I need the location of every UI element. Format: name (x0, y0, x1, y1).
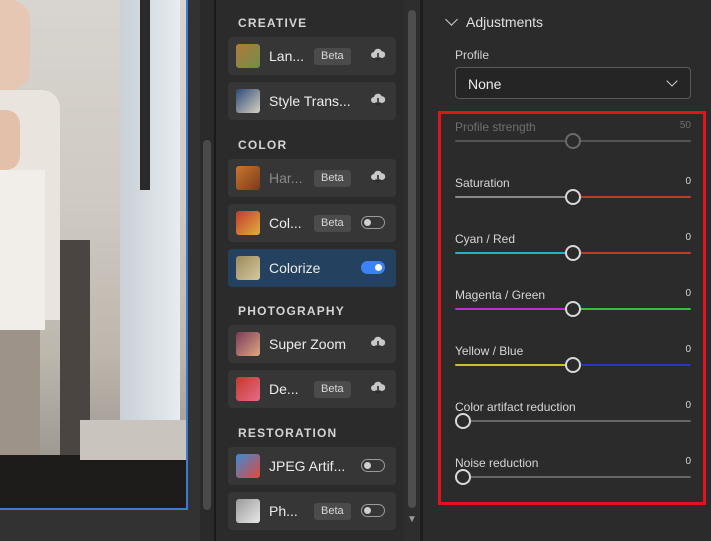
filter-name: Style Trans... (269, 93, 351, 109)
filter-item[interactable]: De... Beta (228, 370, 396, 408)
beta-badge: Beta (314, 381, 351, 398)
toggle-knob (364, 461, 371, 469)
filters-scroll-thumb[interactable] (408, 10, 416, 508)
slider-label: Profile strength (455, 120, 536, 134)
slider-track[interactable] (455, 420, 691, 422)
toggle-knob (375, 263, 382, 271)
beta-badge: Beta (314, 170, 351, 187)
cloud-download-icon[interactable] (370, 47, 386, 63)
beta-badge: Beta (314, 215, 351, 232)
slider-handle[interactable] (455, 413, 471, 429)
slider-yellow-blue[interactable]: Yellow / Blue 0 (455, 344, 691, 384)
section-title-restoration: RESTORATION (238, 426, 338, 440)
slider-profile-strength[interactable]: Profile strength 50 (455, 120, 691, 160)
slider-handle[interactable] (565, 189, 581, 205)
filter-toggle[interactable] (361, 459, 385, 472)
filter-name: Lan... (269, 48, 305, 64)
toggle-knob (364, 218, 371, 226)
filter-thumbnail (236, 166, 260, 190)
slider-label: Color artifact reduction (455, 400, 576, 414)
filter-name: Col... (269, 215, 302, 231)
filter-toggle[interactable] (361, 216, 385, 229)
toggle-knob (364, 506, 371, 514)
slider-label: Cyan / Red (455, 232, 516, 246)
filter-item[interactable]: Lan... Beta (228, 37, 396, 75)
slider-value: 50 (679, 120, 691, 131)
adjustments-section-toggle[interactable]: Adjustments (445, 13, 544, 30)
cloud-download-icon[interactable] (370, 92, 386, 108)
slider-handle[interactable] (565, 301, 581, 317)
slider-noise-reduction[interactable]: Noise reduction 0 (455, 456, 691, 496)
cloud-download-icon[interactable] (370, 335, 386, 351)
filter-name: JPEG Artif... (269, 458, 346, 474)
scroll-down-icon[interactable]: ▼ (407, 514, 417, 525)
filter-thumbnail (236, 211, 260, 235)
filter-name: De... (269, 381, 299, 397)
slider-label: Saturation (455, 176, 510, 190)
slider-handle[interactable] (565, 133, 581, 149)
filter-toggle[interactable] (361, 504, 385, 517)
slider-value: 0 (685, 176, 691, 187)
adjustments-title: Adjustments (466, 14, 544, 30)
filter-item[interactable]: JPEG Artif... (228, 447, 396, 485)
filter-item[interactable]: Col... Beta (228, 204, 396, 242)
filter-thumbnail (236, 332, 260, 356)
canvas-scrollbar[interactable] (200, 0, 214, 541)
slider-value: 0 (685, 400, 691, 411)
section-title-creative: CREATIVE (238, 16, 308, 30)
filter-thumbnail (236, 499, 260, 523)
section-title-photography: PHOTOGRAPHY (238, 304, 345, 318)
profile-dropdown-value: None (468, 76, 502, 92)
slider-label: Yellow / Blue (455, 344, 524, 358)
profile-label: Profile (455, 48, 490, 62)
cloud-download-icon[interactable] (370, 169, 386, 185)
slider-value: 0 (685, 456, 691, 467)
slider-cyan-red[interactable]: Cyan / Red 0 (455, 232, 691, 272)
canvas-area[interactable] (0, 0, 200, 541)
adjustments-panel: Adjustments Profile None Profile strengt… (422, 0, 711, 541)
chevron-down-icon (666, 75, 678, 87)
filter-item[interactable]: Colorize (228, 249, 396, 287)
filter-thumbnail (236, 256, 260, 280)
filter-toggle[interactable] (361, 261, 385, 274)
filter-name: Ph... (269, 503, 298, 519)
filter-thumbnail (236, 89, 260, 113)
filter-thumbnail (236, 44, 260, 68)
slider-value: 0 (685, 344, 691, 355)
slider-value: 0 (685, 232, 691, 243)
slider-color-artifact-reduction[interactable]: Color artifact reduction 0 (455, 400, 691, 440)
photo-preview[interactable] (0, 0, 188, 510)
slider-magenta-green[interactable]: Magenta / Green 0 (455, 288, 691, 328)
slider-handle[interactable] (455, 469, 471, 485)
neural-filters-list: CREATIVE Lan... Beta Style Trans... COLOR Har… (214, 0, 406, 541)
filter-item[interactable]: Super Zoom (228, 325, 396, 363)
slider-label: Noise reduction (455, 456, 539, 470)
filter-thumbnail (236, 454, 260, 478)
slider-label: Magenta / Green (455, 288, 546, 302)
filter-item[interactable]: Style Trans... (228, 82, 396, 120)
slider-value: 0 (685, 288, 691, 299)
filter-name: Colorize (269, 260, 321, 276)
filter-thumbnail (236, 377, 260, 401)
filter-name: Super Zoom (269, 336, 347, 352)
beta-badge: Beta (314, 503, 351, 520)
slider-handle[interactable] (565, 245, 581, 261)
canvas-scroll-thumb[interactable] (203, 140, 211, 510)
filters-scrollbar[interactable]: ▼ (404, 0, 420, 541)
filter-name: Har... (269, 170, 303, 186)
chevron-down-icon (445, 13, 458, 26)
slider-saturation[interactable]: Saturation 0 (455, 176, 691, 216)
cloud-download-icon[interactable] (370, 380, 386, 396)
slider-track[interactable] (455, 476, 691, 478)
slider-handle[interactable] (565, 357, 581, 373)
filter-item[interactable]: Har... Beta (228, 159, 396, 197)
beta-badge: Beta (314, 48, 351, 65)
filter-item[interactable]: Ph... Beta (228, 492, 396, 530)
section-title-color: COLOR (238, 138, 288, 152)
profile-dropdown[interactable]: None (455, 67, 691, 99)
